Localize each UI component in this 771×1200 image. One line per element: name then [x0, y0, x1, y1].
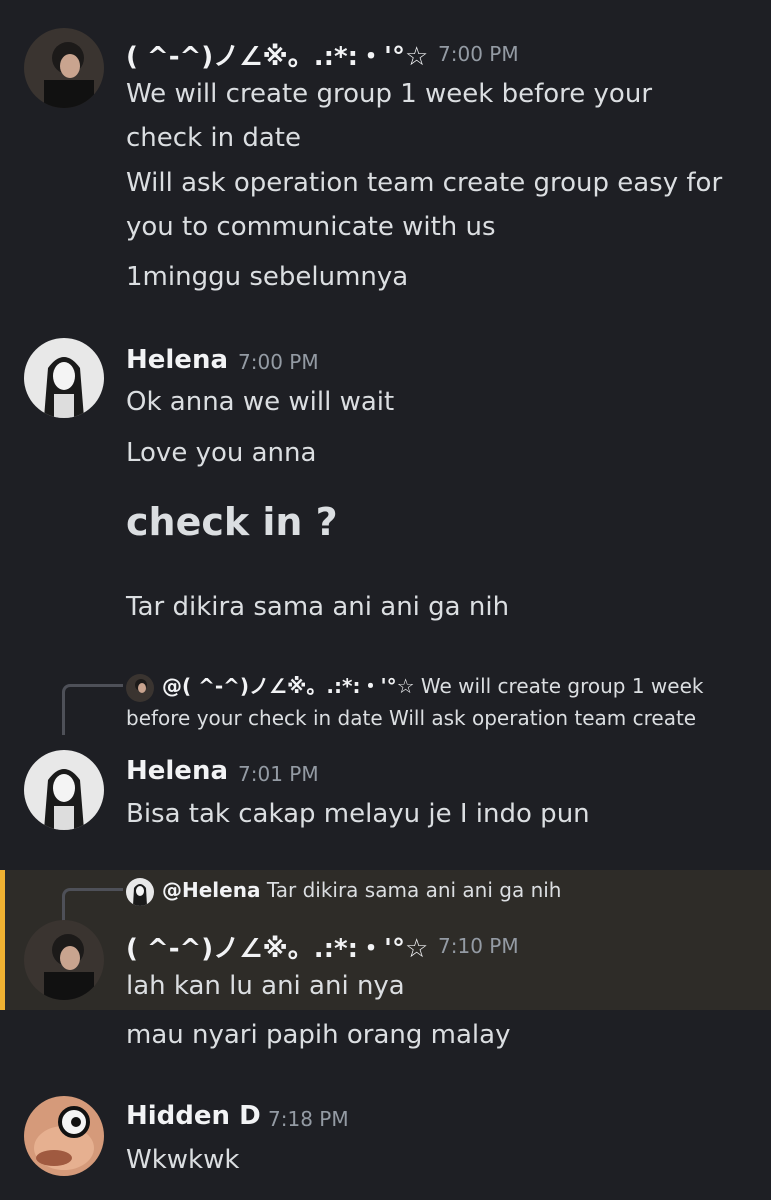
reply-preview[interactable]: @( ^-^)ノ∠※。.:*:・'°☆ We will create group… — [126, 670, 703, 702]
message-text: Tar dikira sama ani ani ga nih — [126, 592, 510, 622]
message-text: Bisa tak cakap melayu je I indo pun — [126, 799, 590, 829]
user-avatar[interactable] — [24, 750, 104, 830]
reply-snippet: before your check in date Will ask opera… — [126, 706, 697, 730]
message-author[interactable]: Helena — [126, 756, 228, 786]
message-text: Ok anna we will wait — [126, 387, 395, 417]
reply-connector — [62, 684, 123, 735]
message-text: Wkwkwk — [126, 1145, 240, 1175]
message-text: We will create group 1 week before your — [126, 79, 653, 109]
message-timestamp: 7:18 PM — [268, 1107, 349, 1131]
avatar-image-icon — [24, 750, 104, 830]
user-avatar[interactable] — [24, 1096, 104, 1176]
message-text: Love you anna — [126, 438, 317, 468]
message-heading-text: check in ? — [126, 500, 338, 544]
reply-preview[interactable]: @Helena Tar dikira sama ani ani ga nih — [126, 874, 561, 906]
message-text: Will ask operation team create group eas… — [126, 168, 723, 198]
message-timestamp: 7:10 PM — [438, 934, 519, 958]
message-timestamp: 7:00 PM — [238, 350, 319, 374]
message-text: check in date — [126, 123, 301, 153]
avatar-image-icon — [24, 28, 104, 108]
user-avatar[interactable] — [24, 920, 104, 1000]
message-author[interactable]: Helena — [126, 345, 228, 375]
message-timestamp: 7:00 PM — [438, 42, 519, 66]
message-text: lah kan lu ani ani nya — [126, 971, 405, 1001]
reply-avatar-icon — [126, 877, 154, 906]
reply-author[interactable]: @Helena — [162, 878, 260, 902]
user-avatar[interactable] — [24, 28, 104, 108]
user-avatar[interactable] — [24, 338, 104, 418]
message-timestamp: 7:01 PM — [238, 762, 319, 786]
message-text: you to communicate with us — [126, 212, 496, 242]
avatar-image-icon — [24, 338, 104, 418]
message-author[interactable]: ( ^-^)ノ∠※。.:*:・'°☆ — [126, 928, 428, 965]
mention-highlight-bar — [0, 870, 5, 1010]
reply-avatar-icon — [126, 673, 154, 702]
avatar-image-icon — [24, 920, 104, 1000]
reply-author[interactable]: @( ^-^)ノ∠※。.:*:・'°☆ — [162, 674, 415, 698]
message-author[interactable]: Hidden D — [126, 1101, 261, 1131]
avatar-image-icon — [24, 1096, 104, 1176]
reply-snippet: Tar dikira sama ani ani ga nih — [266, 878, 562, 902]
message-text: 1minggu sebelumnya — [126, 262, 409, 292]
message-text: mau nyari papih orang malay — [126, 1020, 511, 1050]
reply-snippet: We will create group 1 week — [420, 674, 704, 698]
message-author[interactable]: ( ^-^)ノ∠※。.:*:・'°☆ — [126, 36, 428, 73]
